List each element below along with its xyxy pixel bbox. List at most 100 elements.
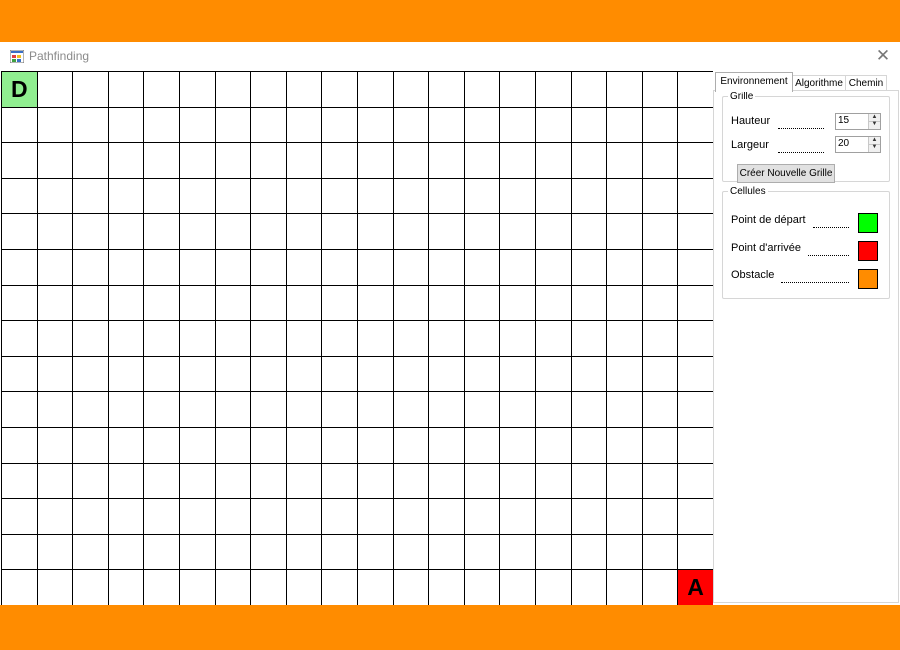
grid-cell[interactable] bbox=[357, 356, 394, 393]
grid-cell[interactable] bbox=[429, 570, 465, 605]
create-grid-button[interactable]: Créer Nouvelle Grille bbox=[737, 164, 835, 183]
grid-cell[interactable] bbox=[179, 249, 216, 286]
grid-cell[interactable] bbox=[322, 499, 358, 535]
grid-cell[interactable] bbox=[322, 178, 358, 215]
grid-cell[interactable] bbox=[393, 570, 430, 605]
grid-cell[interactable] bbox=[73, 427, 109, 464]
grid-cell[interactable] bbox=[37, 392, 74, 428]
grid-cell[interactable] bbox=[251, 214, 287, 250]
grid-cell[interactable] bbox=[429, 178, 465, 215]
grid-cell[interactable] bbox=[286, 285, 323, 322]
grid-cell[interactable] bbox=[678, 178, 714, 215]
grid-cell[interactable] bbox=[535, 72, 572, 108]
grid-cell[interactable] bbox=[144, 178, 180, 215]
grid-cell[interactable] bbox=[215, 249, 252, 286]
grid-cell[interactable] bbox=[215, 463, 252, 500]
grid-cell[interactable] bbox=[393, 107, 430, 144]
grid-cell[interactable] bbox=[571, 214, 608, 250]
grid-cell[interactable] bbox=[73, 463, 109, 500]
grid-cell[interactable] bbox=[286, 321, 323, 357]
grid-cell[interactable] bbox=[286, 570, 323, 605]
grid-cell[interactable] bbox=[535, 392, 572, 428]
end-color-swatch[interactable] bbox=[858, 241, 878, 261]
grid-cell[interactable] bbox=[73, 321, 109, 357]
grid-cell[interactable] bbox=[2, 178, 38, 215]
grid-cell[interactable] bbox=[144, 214, 180, 250]
grid-cell[interactable] bbox=[607, 107, 643, 144]
grid-cell[interactable] bbox=[215, 72, 252, 108]
grid-cell[interactable] bbox=[251, 107, 287, 144]
grid-cell[interactable] bbox=[642, 143, 679, 179]
grid-cell[interactable] bbox=[464, 499, 501, 535]
grid-cell[interactable] bbox=[357, 427, 394, 464]
grid-cell[interactable] bbox=[464, 463, 501, 500]
grid-cell[interactable] bbox=[286, 392, 323, 428]
grid-cell[interactable] bbox=[215, 178, 252, 215]
grid-cell[interactable] bbox=[2, 356, 38, 393]
grid-cell[interactable] bbox=[108, 463, 145, 500]
grid-cell[interactable] bbox=[642, 463, 679, 500]
grid-cell[interactable] bbox=[179, 356, 216, 393]
grid-cell[interactable] bbox=[357, 499, 394, 535]
grid-cell[interactable] bbox=[251, 321, 287, 357]
grid-cell[interactable] bbox=[429, 534, 465, 571]
grid-cell[interactable] bbox=[464, 534, 501, 571]
grid-cell[interactable] bbox=[108, 214, 145, 250]
grid-cell[interactable] bbox=[357, 321, 394, 357]
grid-cell[interactable] bbox=[429, 249, 465, 286]
grid-cell[interactable] bbox=[571, 321, 608, 357]
grid-cell[interactable] bbox=[179, 427, 216, 464]
grid-cell[interactable] bbox=[108, 72, 145, 108]
spin-down-icon[interactable]: ▼ bbox=[869, 121, 880, 128]
grid-cell[interactable] bbox=[393, 214, 430, 250]
grid-cell[interactable] bbox=[464, 427, 501, 464]
grid-cell[interactable] bbox=[322, 392, 358, 428]
grid-cell[interactable] bbox=[2, 321, 38, 357]
grid-cell[interactable] bbox=[251, 72, 287, 108]
grid-cell[interactable] bbox=[251, 427, 287, 464]
grid-cell[interactable] bbox=[108, 392, 145, 428]
grid-cell[interactable] bbox=[37, 285, 74, 322]
grid-cell[interactable] bbox=[500, 392, 536, 428]
grid-cell[interactable] bbox=[464, 285, 501, 322]
grid-cell[interactable] bbox=[464, 356, 501, 393]
grid-cell[interactable] bbox=[73, 392, 109, 428]
grid-cell[interactable] bbox=[642, 392, 679, 428]
grid-cell[interactable] bbox=[144, 499, 180, 535]
grid-cell[interactable] bbox=[607, 463, 643, 500]
grid-cell[interactable] bbox=[215, 143, 252, 179]
grid-cell[interactable] bbox=[357, 570, 394, 605]
grid-cell[interactable] bbox=[571, 143, 608, 179]
grid-cell[interactable] bbox=[322, 214, 358, 250]
grid-cell[interactable] bbox=[642, 570, 679, 605]
close-icon[interactable]: ✕ bbox=[872, 46, 894, 66]
grid-cell[interactable] bbox=[500, 107, 536, 144]
grid-cell[interactable] bbox=[500, 570, 536, 605]
grid-cell[interactable] bbox=[108, 107, 145, 144]
grid-cell[interactable] bbox=[2, 214, 38, 250]
grid-cell[interactable] bbox=[678, 285, 714, 322]
grid-cell[interactable] bbox=[357, 392, 394, 428]
grid-cell[interactable] bbox=[393, 249, 430, 286]
grid-cell[interactable] bbox=[357, 143, 394, 179]
grid-cell[interactable] bbox=[144, 392, 180, 428]
grid-cell[interactable] bbox=[642, 107, 679, 144]
grid-cell[interactable] bbox=[678, 356, 714, 393]
grid-cell[interactable] bbox=[429, 392, 465, 428]
grid-cell[interactable] bbox=[73, 72, 109, 108]
grid-cell[interactable] bbox=[678, 321, 714, 357]
grid-cell[interactable] bbox=[500, 285, 536, 322]
grid-cell[interactable] bbox=[607, 285, 643, 322]
grid-cell[interactable] bbox=[286, 249, 323, 286]
tab-algorithme[interactable]: Algorithme bbox=[792, 75, 846, 91]
grid-cell[interactable] bbox=[357, 534, 394, 571]
grid-cell[interactable] bbox=[108, 534, 145, 571]
grid-cell[interactable] bbox=[429, 499, 465, 535]
grid-cell[interactable] bbox=[2, 499, 38, 535]
grid-cell[interactable] bbox=[357, 72, 394, 108]
grid-cell[interactable] bbox=[37, 72, 74, 108]
grid-cell[interactable] bbox=[500, 427, 536, 464]
grid-cell[interactable] bbox=[144, 321, 180, 357]
grid-cell[interactable] bbox=[571, 534, 608, 571]
grid-cell[interactable] bbox=[571, 356, 608, 393]
